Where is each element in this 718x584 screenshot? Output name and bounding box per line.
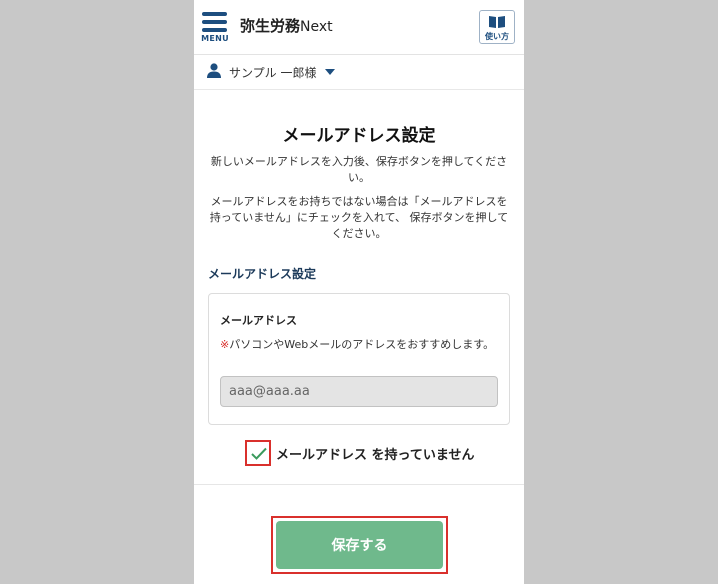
save-button[interactable]: 保存する [276, 521, 443, 569]
note-mark: ※ [220, 338, 230, 351]
hamburger-icon-bar [202, 20, 227, 24]
hamburger-icon [202, 12, 227, 16]
section-heading: メールアドレス設定 [208, 267, 317, 281]
description-paragraph: メールアドレスをお持ちではない場合は「メールアドレスを持っていません」にチェック… [209, 195, 509, 240]
book-icon [489, 16, 505, 28]
app-title-suffix: Next [300, 19, 333, 35]
caret-down-icon [325, 69, 335, 75]
help-button[interactable]: 使い方 [479, 10, 515, 44]
email-input[interactable] [220, 376, 498, 407]
menu-label: MENU [201, 34, 229, 43]
hamburger-icon-bar [202, 28, 227, 32]
email-note: ※パソコンやWebメールのアドレスをおすすめします。 [220, 337, 502, 352]
email-card: メールアドレス ※パソコンやWebメールのアドレスをおすすめします。 [208, 293, 510, 425]
email-field-label: メールアドレス [220, 314, 297, 327]
no-email-checkbox[interactable] [245, 440, 271, 466]
page-title: メールアドレス設定 [282, 126, 436, 146]
note-text: パソコンやWebメールのアドレスをおすすめします。 [229, 338, 495, 351]
user-name: サンプル 一郎様 [229, 66, 317, 80]
app-header: MENU 弥生労務Next 使い方 [194, 0, 524, 55]
user-icon [207, 63, 221, 78]
menu-button[interactable]: MENU [200, 10, 230, 44]
user-menu[interactable]: サンプル 一郎様 [194, 55, 524, 90]
divider [194, 484, 524, 485]
page-description: 新しいメールアドレスを入力後、保存ボタンを押してください。 メールアドレスをお持… [208, 154, 510, 242]
no-email-label: メールアドレス を持っていません [276, 448, 475, 463]
save-button-highlight: 保存する [271, 516, 448, 574]
check-icon [251, 447, 267, 460]
mobile-screen: MENU 弥生労務Next 使い方 サンプル 一郎様 メールアドレス設定 新しい… [194, 0, 524, 584]
description-paragraph: 新しいメールアドレスを入力後、保存ボタンを押してください。 [210, 155, 508, 184]
app-title: 弥生労務Next [240, 15, 333, 36]
help-label: 使い方 [485, 32, 509, 41]
app-title-text: 弥生労務 [240, 17, 301, 35]
